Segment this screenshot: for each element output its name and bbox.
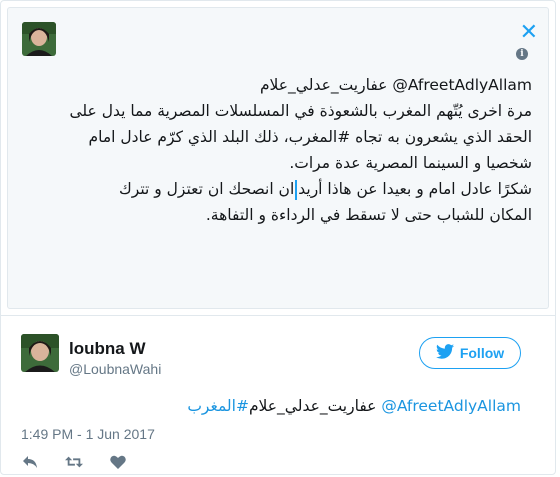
like-icon[interactable] [109, 453, 127, 471]
twitter-bird-icon [435, 344, 454, 362]
tweet-actions [21, 453, 127, 471]
close-icon[interactable]: ✕ [520, 22, 538, 44]
quoted-tweet-text: @AfreetAdlyAllam عفاريت_عدلي_علام مرة اخ… [22, 72, 532, 228]
quoted-line-4: شخصيا و السينما المصرية عدة مرات. [289, 154, 532, 172]
tweet-card: ✕ i @AfreetAdlyAllam عفاريت_عدلي_علام مر… [0, 0, 556, 475]
quoted-line-5a: شكرًا عادل امام و بعيدا عن هاذا أريد [298, 180, 532, 198]
retweet-icon[interactable] [65, 453, 83, 471]
quoted-tweet[interactable]: ✕ i @AfreetAdlyAllam عفاريت_عدلي_علام مر… [7, 7, 549, 309]
quoted-line-3: الحقد الذي يشعرون به تجاه #المغرب، ذلك ا… [88, 128, 532, 146]
quoted-line-5b: ان انصحك ان تعتزل و تترك [119, 180, 295, 198]
user-name[interactable]: loubna W [69, 339, 145, 359]
tweet-timestamp[interactable]: 1:49 PM - 1 Jun 2017 [21, 426, 155, 442]
info-icon[interactable]: i [516, 48, 528, 60]
quoted-name: عفاريت_عدلي_علام [259, 76, 388, 94]
avatar[interactable] [21, 334, 59, 372]
divider [1, 315, 555, 316]
follow-button[interactable]: Follow [419, 337, 521, 369]
user-handle[interactable]: @LoubnaWahi [69, 361, 161, 377]
tweet-mention[interactable]: @AfreetAdlyAllam [381, 397, 521, 415]
quoted-line-6: المكان للشباب حتى لا تسقط في الرداءة و ا… [205, 206, 532, 224]
tweet-hashtag[interactable]: #المغرب [187, 397, 249, 415]
follow-label: Follow [459, 345, 505, 361]
tweet-text: @AfreetAdlyAllam عفاريت_عدلي_علام#المغرب [15, 397, 521, 415]
quoted-line-2: مرة اخرى يُتّهم المغرب بالشعوذة في المسل… [69, 102, 532, 120]
quoted-line-5: شكرًا عادل امام و بعيدا عن هاذا أريدان ا… [22, 176, 532, 202]
text-cursor [295, 179, 298, 200]
quoted-avatar[interactable] [22, 22, 56, 56]
quoted-line-1: @AfreetAdlyAllam عفاريت_عدلي_علام [22, 72, 532, 98]
reply-icon[interactable] [21, 453, 39, 471]
tweet-name-tag: عفاريت_عدلي_علام [248, 397, 377, 415]
quoted-mention[interactable]: @AfreetAdlyAllam [392, 76, 532, 94]
